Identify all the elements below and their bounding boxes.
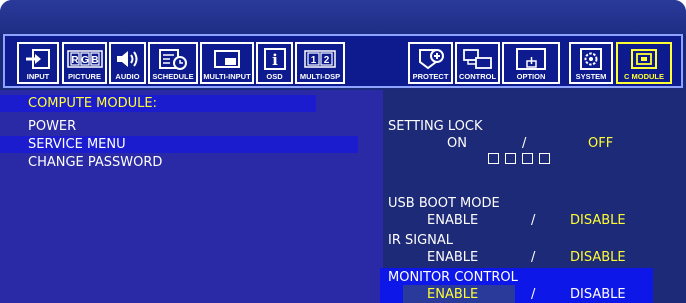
tab-audio[interactable]: AUDIO: [109, 42, 146, 84]
tab-label: C MODULE: [624, 72, 664, 81]
usb-boot-mode-label: USB BOOT MODE: [388, 196, 500, 211]
ir-signal-enable-option[interactable]: ENABLE: [427, 250, 478, 265]
schedule-icon: [159, 49, 187, 70]
tab-label: SCHEDULE: [152, 72, 194, 81]
monitor-control-enable-option[interactable]: ENABLE: [427, 287, 478, 302]
multi-input-icon: [214, 50, 240, 68]
menu-item-change-password[interactable]: CHANGE PASSWORD: [0, 154, 162, 171]
monitor-control-disable-option[interactable]: DISABLE: [570, 287, 626, 302]
multi-display-icon: 1 2: [304, 50, 336, 68]
rgb-letter-b: B: [91, 55, 98, 66]
tab-multi-dsp[interactable]: 1 2 MULTI-DSP: [295, 42, 345, 84]
password-digit-box[interactable]: [539, 153, 550, 164]
title-bar: [0, 0, 686, 34]
tab-multi-input[interactable]: MULTI-INPUT: [200, 42, 254, 84]
gear-icon: [580, 48, 602, 70]
setting-lock-label: SETTING LOCK: [388, 119, 483, 134]
tab-label: INPUT: [26, 72, 50, 81]
setting-lock-off-option[interactable]: OFF: [588, 136, 613, 151]
rgb-icon: R G B: [66, 50, 103, 68]
password-digit-box[interactable]: [488, 153, 499, 164]
tab-osd[interactable]: i OSD: [256, 42, 293, 84]
osd-window: INPUT R G B PICTURE AUDIO SCHEDULE MULTI…: [0, 0, 686, 303]
tab-protect[interactable]: PROTECT: [408, 42, 453, 84]
tab-picture[interactable]: R G B PICTURE: [62, 42, 107, 84]
speaker-icon: [116, 51, 137, 67]
ir-signal-separator: /: [531, 250, 536, 265]
tab-option[interactable]: OPTION: [502, 42, 560, 84]
tab-label: OPTION: [516, 72, 546, 81]
tab-c-module[interactable]: C MODULE: [616, 42, 672, 84]
menu-item-service-menu[interactable]: SERVICE MENU: [0, 136, 358, 153]
tab-system[interactable]: SYSTEM: [569, 42, 613, 84]
monitor-control-separator: /: [531, 287, 536, 302]
tab-control[interactable]: CONTROL: [455, 42, 500, 84]
tab-input[interactable]: INPUT: [17, 42, 59, 84]
tab-label: AUDIO: [115, 72, 140, 81]
info-icon: i: [263, 48, 286, 70]
ir-signal-label: IR SIGNAL: [388, 233, 454, 248]
setting-lock-on-option[interactable]: ON: [447, 136, 467, 151]
menu-heading: COMPUTE MODULE:: [0, 95, 316, 112]
usb-boot-disable-option[interactable]: DISABLE: [570, 213, 626, 228]
usb-boot-separator: /: [531, 213, 536, 228]
tab-label: MULTI-INPUT: [203, 72, 251, 81]
display-number-2: 2: [324, 55, 330, 66]
rgb-letter-r: R: [71, 55, 79, 66]
monitor-control-label: MONITOR CONTROL: [388, 270, 518, 285]
tab-label: SYSTEM: [575, 72, 607, 81]
tab-label: PICTURE: [68, 72, 101, 81]
control-icon: [462, 49, 492, 69]
tab-schedule[interactable]: SCHEDULE: [148, 42, 198, 84]
tab-label: OSD: [266, 72, 283, 81]
input-icon: [26, 49, 50, 69]
option-icon: [516, 48, 546, 70]
usb-boot-enable-option[interactable]: ENABLE: [427, 213, 478, 228]
tab-label: MULTI-DSP: [299, 72, 341, 81]
setting-lock-separator: /: [522, 136, 527, 151]
tab-label: CONTROL: [458, 72, 497, 81]
rgb-letter-g: G: [81, 55, 89, 66]
shield-icon: [418, 49, 444, 70]
compute-module-icon: [631, 49, 657, 69]
menu-item-power[interactable]: POWER: [0, 118, 76, 135]
password-digit-box[interactable]: [522, 153, 533, 164]
main-menu-bar: INPUT R G B PICTURE AUDIO SCHEDULE MULTI…: [3, 34, 683, 88]
tab-label: PROTECT: [412, 72, 449, 81]
password-digit-box[interactable]: [505, 153, 516, 164]
info-letter: i: [272, 51, 278, 69]
ir-signal-disable-option[interactable]: DISABLE: [570, 250, 626, 265]
display-number-1: 1: [311, 55, 317, 66]
